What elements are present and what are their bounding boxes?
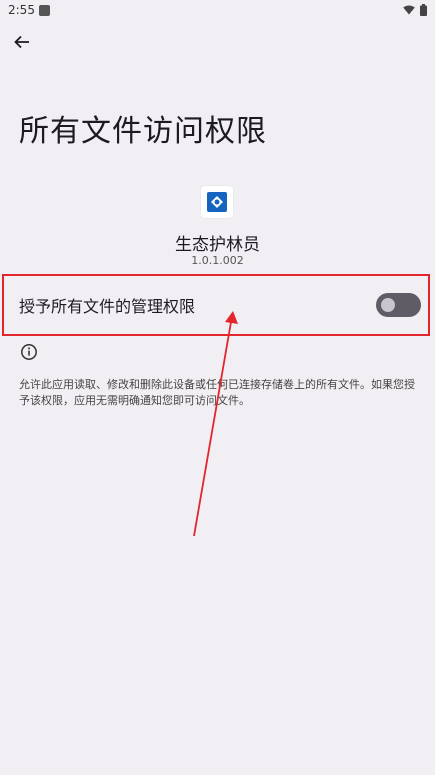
status-bar: 2:55 <box>0 0 435 20</box>
app-icon <box>201 186 233 218</box>
app-version: 1.0.1.002 <box>191 254 244 267</box>
app-logo-icon <box>207 192 227 212</box>
permission-description: 允许此应用读取、修改和删除此设备或任何已连接存储卷上的所有文件。如果您授予该权限… <box>19 378 415 407</box>
notification-icon <box>38 4 50 16</box>
info-icon <box>21 344 37 360</box>
status-right <box>403 4 427 16</box>
back-arrow-icon <box>14 35 29 49</box>
status-time: 2:55 <box>8 3 35 17</box>
highlight-box <box>2 274 430 336</box>
battery-icon <box>420 4 427 16</box>
status-left: 2:55 <box>8 3 50 17</box>
page-title: 所有文件访问权限 <box>19 114 267 149</box>
wifi-icon <box>403 5 415 15</box>
back-button[interactable] <box>10 30 34 54</box>
app-name: 生态护林员 <box>175 235 260 255</box>
